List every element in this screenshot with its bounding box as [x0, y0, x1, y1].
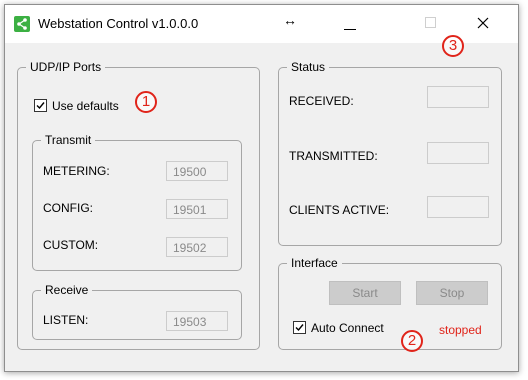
received-value-field	[427, 86, 489, 108]
custom-port-field[interactable]: 19502	[166, 237, 228, 257]
app-window: Webstation Control v1.0.0.0 ↔ 3 UDP/IP P…	[4, 4, 519, 372]
title-bar[interactable]: Webstation Control v1.0.0.0 ↔	[5, 5, 518, 43]
start-button[interactable]: Start	[329, 281, 401, 305]
clients-active-value-field	[427, 196, 489, 218]
config-port-field[interactable]: 19501	[166, 199, 228, 219]
receive-group: Receive LISTEN: 19503	[32, 283, 242, 340]
close-icon	[477, 17, 489, 29]
share-icon	[14, 16, 30, 32]
metering-port-field[interactable]: 19500	[166, 161, 228, 181]
callout-marker-1: 1	[135, 91, 157, 113]
transmit-title: Transmit	[41, 133, 96, 147]
udp-ip-ports-title: UDP/IP Ports	[26, 60, 106, 74]
callout-marker-2: 2	[401, 330, 423, 352]
auto-connect-checkbox[interactable]	[293, 321, 306, 334]
custom-label: CUSTOM:	[43, 238, 99, 252]
transmitted-value-field	[427, 142, 489, 164]
transmit-group: Transmit METERING: 19500 CONFIG: 19501 C…	[32, 133, 242, 271]
stop-button[interactable]: Stop	[416, 281, 488, 305]
use-defaults-label[interactable]: Use defaults	[52, 99, 119, 113]
maximize-button[interactable]	[416, 11, 446, 37]
received-label: RECEIVED:	[289, 94, 354, 108]
resize-arrow-icon: ↔	[283, 12, 297, 28]
maximize-icon	[425, 17, 436, 28]
status-group: Status RECEIVED: TRANSMITTED: CLIENTS AC…	[278, 60, 502, 246]
minimize-button[interactable]	[335, 11, 365, 37]
callout-marker-3: 3	[442, 35, 464, 57]
config-label: CONFIG:	[43, 201, 93, 215]
interface-group: Interface Start Stop Auto Connect stoppe…	[278, 256, 502, 350]
close-button[interactable]	[468, 11, 498, 37]
window-title: Webstation Control v1.0.0.0	[38, 16, 199, 31]
clients-active-label: CLIENTS ACTIVE:	[289, 203, 390, 217]
status-title: Status	[287, 60, 330, 74]
auto-connect-label[interactable]: Auto Connect	[311, 321, 384, 335]
use-defaults-checkbox[interactable]	[34, 99, 47, 112]
listen-port-field[interactable]: 19503	[166, 311, 228, 331]
interface-title: Interface	[287, 256, 342, 270]
connection-status-text: stopped	[439, 323, 482, 337]
metering-label: METERING:	[43, 164, 110, 178]
listen-label: LISTEN:	[43, 313, 89, 327]
receive-title: Receive	[41, 283, 93, 297]
minimize-icon	[344, 29, 356, 30]
transmitted-label: TRANSMITTED:	[289, 149, 378, 163]
